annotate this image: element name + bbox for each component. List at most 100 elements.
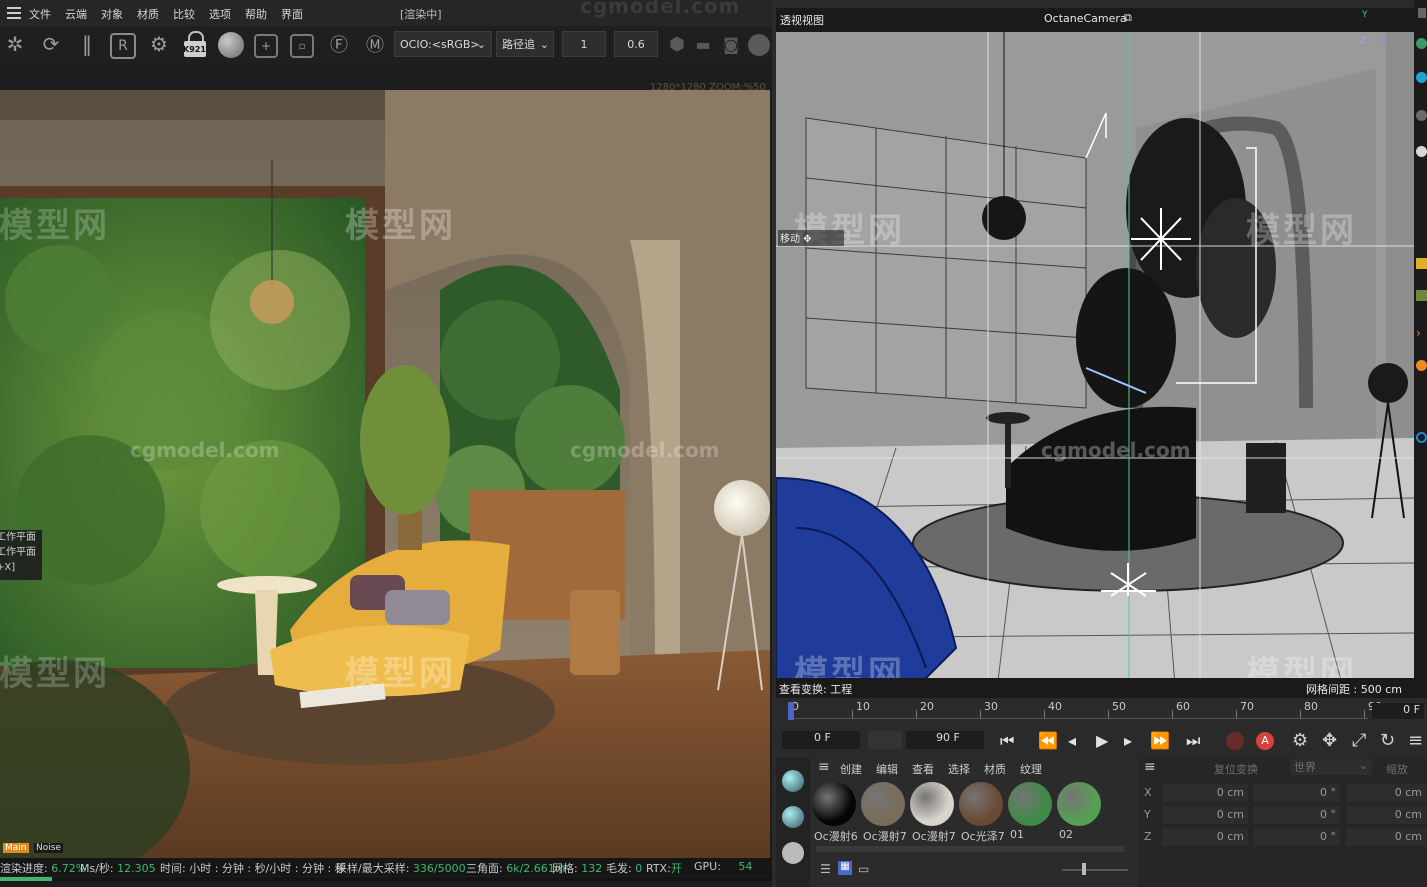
- rotate-key-icon[interactable]: ↻: [1380, 730, 1395, 751]
- hamburger-icon[interactable]: [7, 7, 21, 19]
- param-key-icon[interactable]: ≡: [1408, 730, 1423, 751]
- chevron-right-icon[interactable]: ›: [1416, 326, 1427, 340]
- add-box-icon[interactable]: +: [254, 34, 278, 58]
- perspective-viewport[interactable]: 模型网 模型网 模型网 模型网 cgmodel.com 移动 ✥: [776, 8, 1414, 698]
- play-icon[interactable]: ▶: [1096, 731, 1108, 750]
- gear-icon[interactable]: ⚙: [146, 31, 172, 57]
- watermark-logo: 模型网: [0, 654, 110, 694]
- film-icon[interactable]: ▬: [690, 31, 716, 57]
- tab-main[interactable]: Main: [3, 843, 29, 853]
- position-field[interactable]: 0 cm: [1162, 828, 1248, 846]
- autokey-icon[interactable]: A: [1256, 732, 1274, 750]
- move-key-icon[interactable]: ✥: [1322, 730, 1337, 751]
- sphere-icon[interactable]: [748, 34, 770, 56]
- timeline-ruler[interactable]: 0102030405060708090: [788, 700, 1382, 722]
- material-swatch[interactable]: [1008, 782, 1052, 826]
- focus-pin-icon[interactable]: Ⓕ: [326, 31, 352, 57]
- menu-compare[interactable]: 比较: [173, 6, 195, 22]
- mat-menu-select[interactable]: 选择: [948, 761, 970, 777]
- list-view-icon[interactable]: ☰: [820, 862, 831, 876]
- object-icon[interactable]: [1416, 432, 1427, 443]
- prev-frame-icon[interactable]: ◂: [1068, 731, 1076, 750]
- zoom-slider-handle[interactable]: [1082, 863, 1086, 875]
- object-icon[interactable]: [1416, 360, 1427, 371]
- settings-wheel-icon[interactable]: ✲: [2, 31, 28, 57]
- object-icon[interactable]: [1416, 72, 1427, 83]
- rotation-field[interactable]: 0 °: [1254, 806, 1340, 824]
- scale-mode-label[interactable]: 缩放: [1386, 761, 1408, 777]
- position-field[interactable]: 0 cm: [1162, 806, 1248, 824]
- rotation-field[interactable]: 0 °: [1254, 784, 1340, 802]
- camera-icon[interactable]: ◙: [718, 31, 744, 57]
- goto-end-icon[interactable]: ⏭: [1186, 731, 1200, 751]
- panel-button[interactable]: [1418, 8, 1426, 18]
- next-key-icon[interactable]: ⏩: [1150, 731, 1170, 750]
- scale-key-icon[interactable]: ⤢: [1352, 730, 1366, 751]
- material-swatch[interactable]: [959, 782, 1003, 826]
- camera-name[interactable]: OctaneCamera: [1044, 12, 1127, 25]
- tab-noise[interactable]: Noise: [34, 843, 63, 853]
- box-icon[interactable]: ▫: [290, 34, 314, 58]
- key-settings-icon[interactable]: ⚙: [1292, 730, 1308, 751]
- restart-icon[interactable]: ⟳: [38, 31, 64, 57]
- size-field[interactable]: 0 cm: [1346, 828, 1426, 846]
- kernel-select[interactable]: 路径追 ⌄: [496, 31, 554, 57]
- coordinate-space-select[interactable]: 世界 ⌄: [1290, 759, 1372, 775]
- light-icon[interactable]: [1416, 258, 1427, 269]
- material-swatch[interactable]: [861, 782, 905, 826]
- menu-options[interactable]: 选项: [209, 6, 231, 22]
- material-ball-icon[interactable]: [218, 32, 244, 58]
- sphere-tool-icon[interactable]: [782, 770, 804, 792]
- prev-key-icon[interactable]: ⏪: [1038, 731, 1058, 750]
- grid-view-icon[interactable]: ▦: [838, 861, 852, 875]
- reset-transform-button[interactable]: 复位变换: [1214, 761, 1258, 777]
- hamburger-icon[interactable]: ≡: [818, 759, 830, 775]
- value-field-2[interactable]: 0.6: [614, 31, 658, 57]
- mat-menu-texture[interactable]: 纹理: [1020, 761, 1042, 777]
- size-field[interactable]: 0 cm: [1346, 784, 1426, 802]
- ocio-select[interactable]: OCIO:<sRGB> ⌄: [394, 31, 492, 57]
- sphere-tool-icon[interactable]: [782, 806, 804, 828]
- object-icon[interactable]: [1416, 110, 1427, 121]
- mat-menu-edit[interactable]: 编辑: [876, 761, 898, 777]
- start-frame-field[interactable]: 0 F: [782, 731, 860, 749]
- menu-cloud[interactable]: 云端: [65, 6, 87, 22]
- next-frame-icon[interactable]: ▸: [1124, 731, 1132, 750]
- material-swatch[interactable]: [812, 782, 856, 826]
- object-icon[interactable]: [1416, 146, 1427, 157]
- value-field-1[interactable]: 1: [562, 31, 606, 57]
- menu-help[interactable]: 帮助: [245, 6, 267, 22]
- menu-material[interactable]: 材质: [137, 6, 159, 22]
- menu-object[interactable]: 对象: [101, 6, 123, 22]
- mat-menu-view[interactable]: 查看: [912, 761, 934, 777]
- position-field[interactable]: 0 cm: [1162, 784, 1248, 802]
- size-field[interactable]: 0 cm: [1346, 806, 1426, 824]
- material-swatch[interactable]: [910, 782, 954, 826]
- material-pin-icon[interactable]: Ⓜ: [362, 31, 388, 57]
- mat-menu-material[interactable]: 材质: [984, 761, 1006, 777]
- rotation-field[interactable]: 0 °: [1254, 828, 1340, 846]
- checker-tool-icon[interactable]: [782, 842, 804, 864]
- lock-icon[interactable]: K921: [182, 31, 208, 59]
- record-icon[interactable]: [1226, 732, 1244, 750]
- large-view-icon[interactable]: ▭: [858, 862, 869, 876]
- current-frame-field[interactable]: 0 F: [1372, 703, 1424, 719]
- frame-slider[interactable]: [868, 731, 902, 749]
- hamburger-icon[interactable]: ≡: [1144, 759, 1156, 775]
- mat-menu-create[interactable]: 创建: [840, 761, 862, 777]
- playhead[interactable]: [788, 702, 794, 720]
- end-frame-field[interactable]: 90 F: [906, 731, 984, 749]
- watermark-site: cgmodel.com: [570, 438, 720, 462]
- zoom-slider[interactable]: [1062, 869, 1128, 871]
- hexagon-icon[interactable]: ⬢: [664, 31, 690, 57]
- camera-link-icon[interactable]: ⧉: [1124, 11, 1132, 25]
- menu-file[interactable]: 文件: [29, 6, 51, 22]
- region-render-icon[interactable]: R: [110, 33, 136, 59]
- viewport-title[interactable]: 透视视图: [780, 12, 824, 28]
- object-icon[interactable]: [1416, 38, 1427, 49]
- material-swatch[interactable]: [1057, 782, 1101, 826]
- menu-interface[interactable]: 界面: [281, 6, 303, 22]
- plant-icon[interactable]: [1416, 290, 1427, 301]
- pause-icon[interactable]: ‖: [74, 31, 100, 57]
- goto-start-icon[interactable]: ⏮: [1000, 731, 1014, 751]
